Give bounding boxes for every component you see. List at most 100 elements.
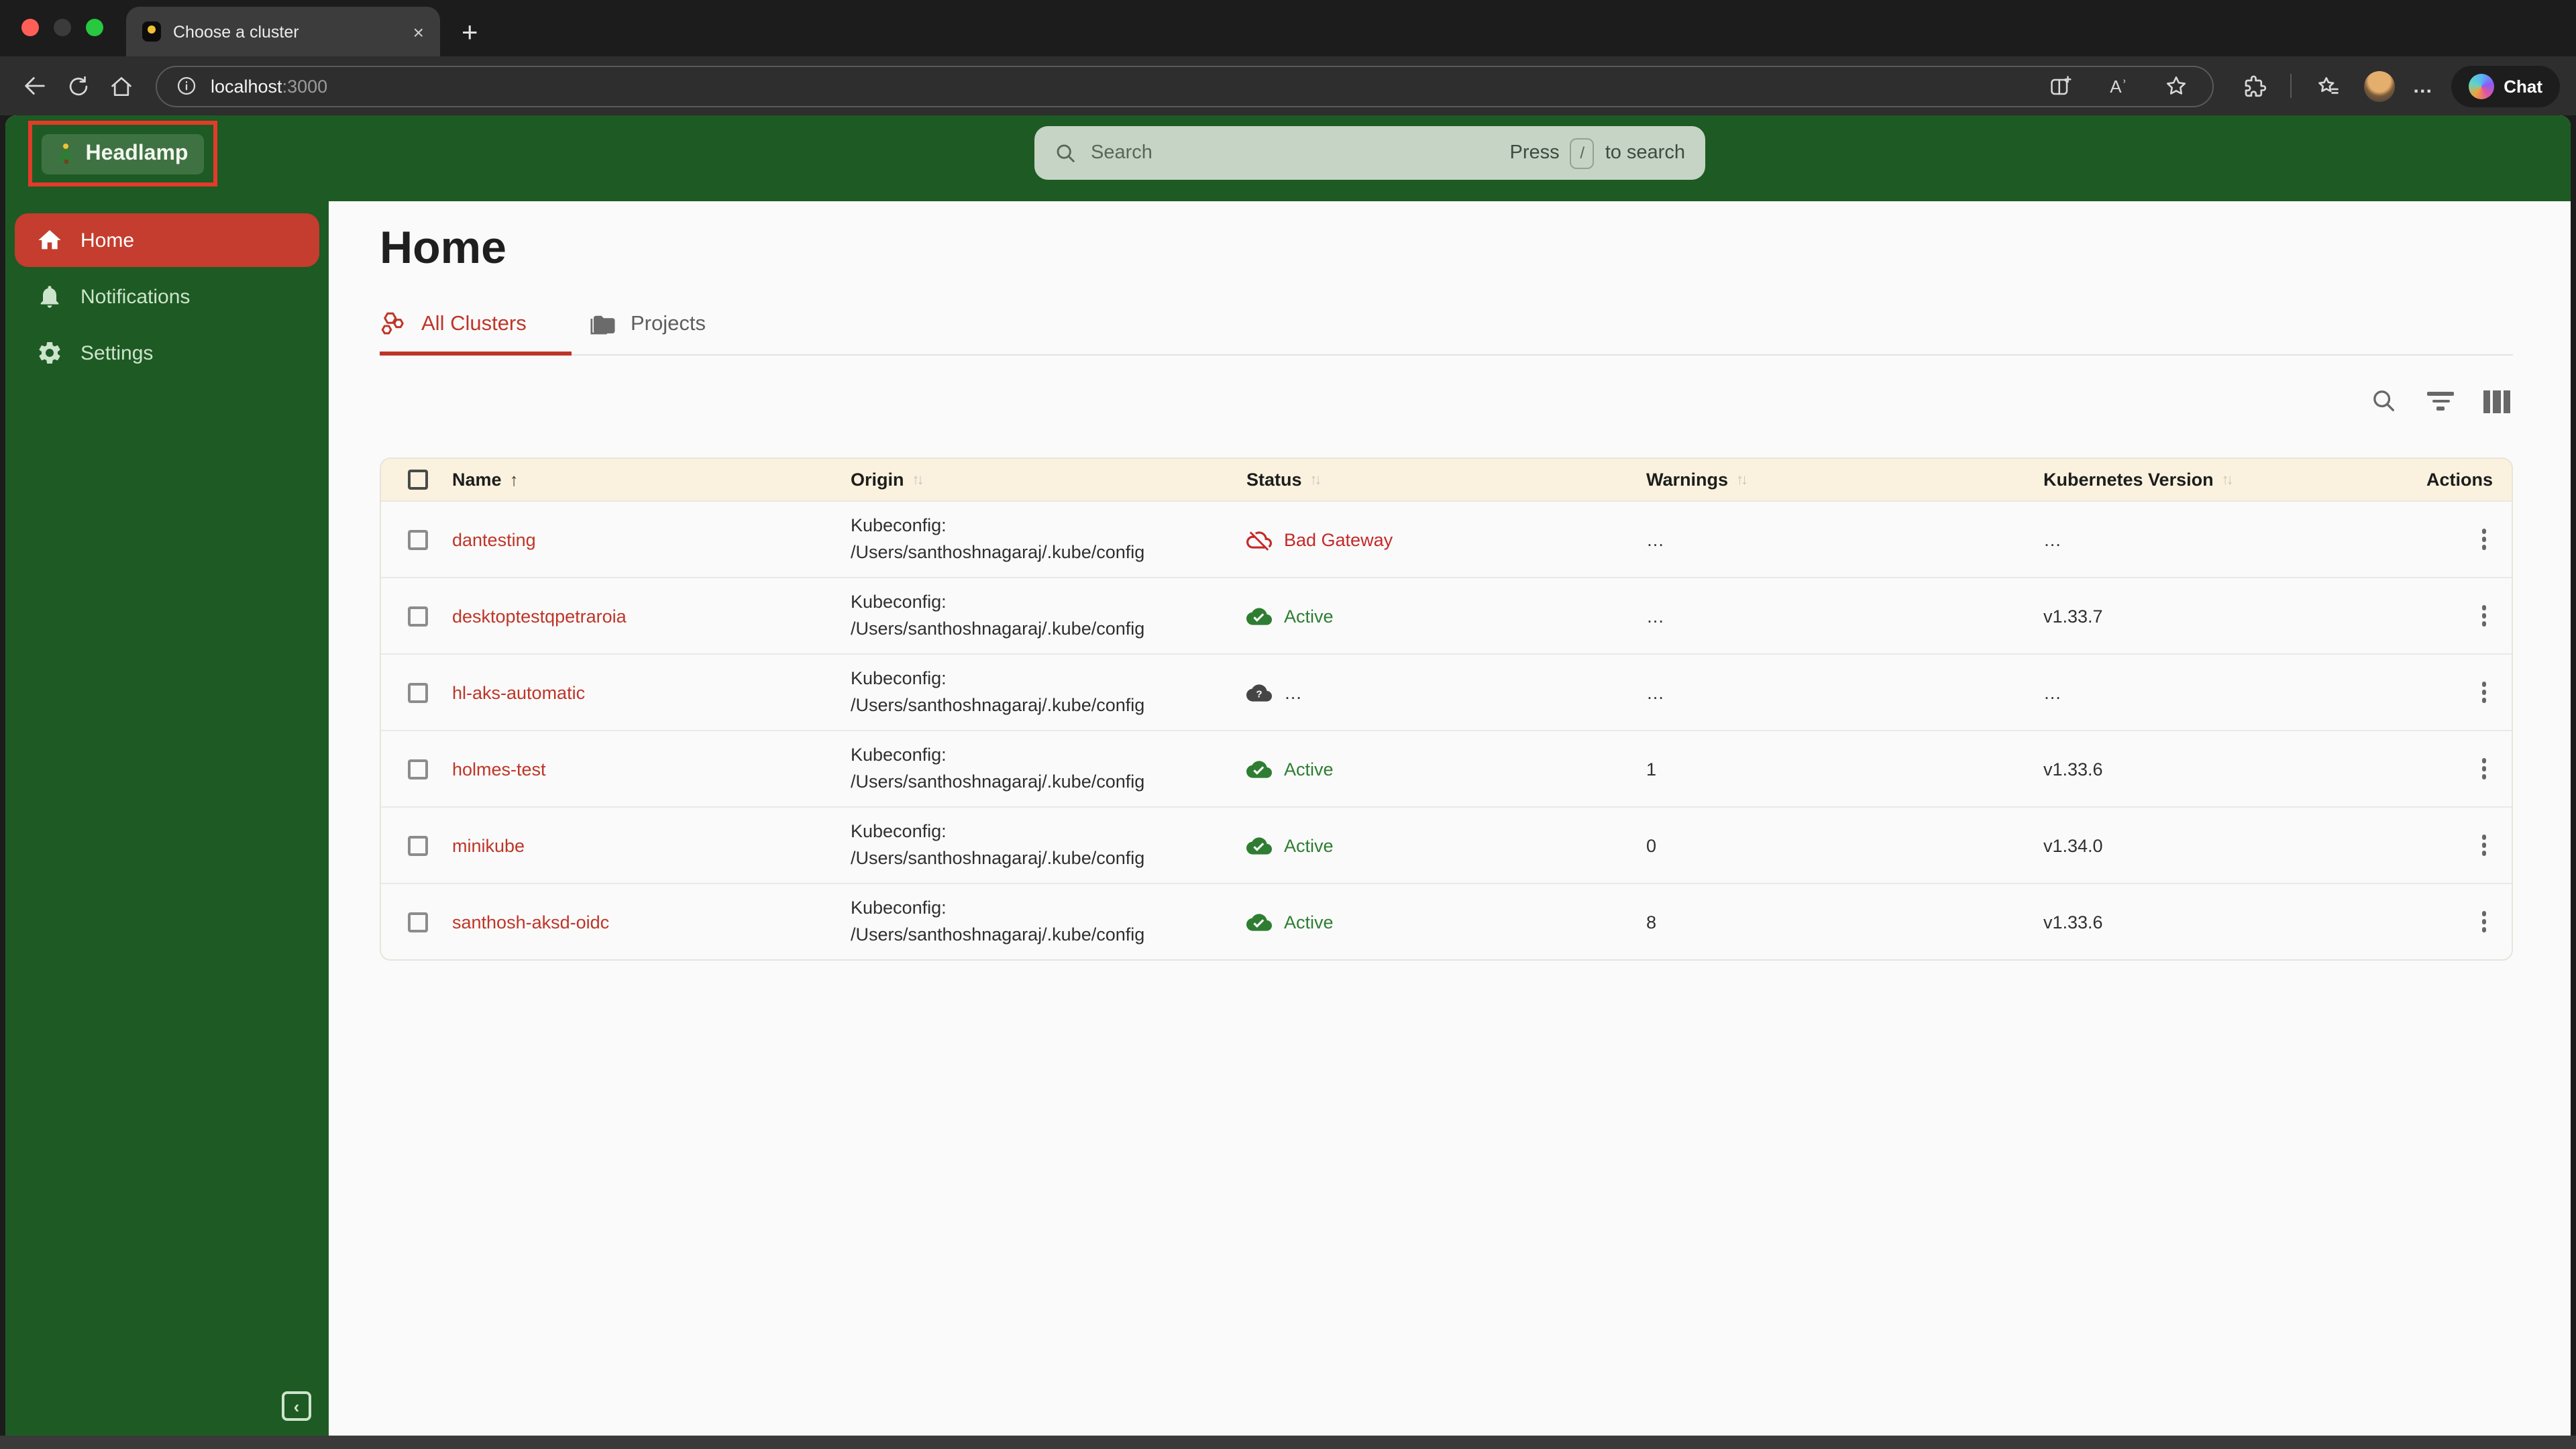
row-menu-icon[interactable] [2479,909,2489,935]
split-screen-icon[interactable] [2042,67,2080,105]
row-menu-icon[interactable] [2479,756,2489,782]
close-tab-icon[interactable]: × [413,22,424,41]
toolbar-divider [2290,74,2292,98]
sort-ascending-icon[interactable]: ↑ [510,470,519,490]
window-bottom-edge [0,1436,2576,1449]
extensions-icon[interactable] [2235,67,2273,105]
row-menu-icon[interactable] [2479,527,2489,553]
profile-avatar[interactable] [2364,70,2396,101]
row-menu-icon[interactable] [2479,680,2489,706]
tab-projects[interactable]: Projects [589,310,706,356]
actions-cell [2436,756,2512,782]
zoom-window-button[interactable] [86,19,103,36]
sidebar-item-settings[interactable]: Settings [15,326,319,380]
sidebar-item-label: Notifications [80,285,191,308]
table-row[interactable]: dantesting Kubeconfig: /Users/santhoshna… [381,500,2512,577]
copilot-icon [2469,73,2495,99]
cluster-name-link[interactable]: minikube [452,835,525,855]
select-cell [381,835,448,856]
home-browser-icon[interactable] [102,67,140,105]
table-row[interactable]: holmes-test Kubeconfig: /Users/santhoshn… [381,730,2512,806]
column-header-warnings[interactable]: Warnings ↑↓ [1642,470,2039,490]
headlamp-favicon-icon [142,21,161,42]
sort-icon[interactable]: ↑↓ [912,472,924,488]
origin-label: Kubeconfig: [851,820,947,841]
headlamp-page: Headlamp Search Press / to search Home N… [5,115,2571,1436]
column-header-name[interactable]: Name ↑ [448,470,847,490]
sort-icon[interactable]: ↑↓ [1310,472,1322,488]
cluster-name-link[interactable]: desktoptestqpetraroia [452,606,627,626]
hint-suffix: to search [1605,142,1685,164]
url-host: localhost [211,76,282,96]
table-row[interactable]: minikube Kubeconfig: /Users/santhoshnaga… [381,806,2512,883]
row-menu-icon[interactable] [2479,833,2489,859]
origin-path: /Users/santhoshnagaraj/.kube/config [851,695,1145,716]
copilot-chat-button[interactable]: Chat [2451,65,2560,107]
column-header-status[interactable]: Status ↑↓ [1242,470,1642,490]
global-search-input[interactable]: Search Press / to search [1034,126,1705,180]
site-info-icon[interactable] [174,74,199,98]
cluster-name-link[interactable]: santhosh-aksd-oidc [452,912,609,932]
logo-highlight-annotation: Headlamp [28,121,217,186]
sidebar-item-label: Home [80,229,135,252]
sort-icon[interactable]: ↑↓ [2222,472,2234,488]
collections-icon[interactable] [2309,67,2347,105]
browser-menu-icon[interactable]: … [2412,74,2434,97]
browser-tab[interactable]: Choose a cluster × [126,7,440,56]
column-settings-icon[interactable] [2481,385,2513,417]
headlamp-logo-button[interactable]: Headlamp [42,133,204,174]
column-label: Name [452,470,502,490]
tab-title: Choose a cluster [173,22,299,41]
filter-icon[interactable] [2424,385,2457,417]
close-window-button[interactable] [21,19,39,36]
favorite-star-icon[interactable] [2157,67,2195,105]
refresh-icon[interactable] [59,67,97,105]
column-header-actions: Actions [2426,470,2512,490]
actions-cell [2436,680,2512,706]
row-checkbox[interactable] [408,912,428,932]
minimize-window-button[interactable] [54,19,71,36]
status-cell: Active [1242,756,1642,782]
new-tab-button[interactable]: + [462,19,478,47]
tab-all-clusters[interactable]: All Clusters [380,310,572,356]
row-checkbox[interactable] [408,606,428,627]
collapse-sidebar-button[interactable]: ‹ [282,1391,311,1421]
row-checkbox[interactable] [408,529,428,550]
origin-label: Kubeconfig: [851,897,947,918]
actions-cell [2436,833,2512,859]
table-header-row: Name ↑ Origin ↑↓ Status ↑↓ Warnings ↑↓ K… [381,459,2512,501]
row-checkbox[interactable] [408,682,428,703]
view-tabs: All Clusters Projects [380,310,2513,356]
cluster-name-link[interactable]: dantesting [452,529,536,549]
sort-icon[interactable]: ↑↓ [1736,472,1748,488]
select-all-checkbox[interactable] [408,470,428,490]
table-search-icon[interactable] [2368,385,2400,417]
table-row[interactable]: desktoptestqpetraroia Kubeconfig: /Users… [381,577,2512,653]
select-cell [381,606,448,627]
row-checkbox[interactable] [408,759,428,780]
url-bar[interactable]: localhost:3000 Aʾ [156,65,2214,107]
back-icon[interactable] [16,67,54,105]
clusters-hexagons-icon [381,312,404,335]
status-text: Bad Gateway [1284,529,1393,550]
row-checkbox[interactable] [408,835,428,856]
tab-label: Projects [631,312,706,335]
read-aloud-icon[interactable]: Aʾ [2100,67,2137,105]
select-cell [381,759,448,780]
column-header-origin[interactable]: Origin ↑↓ [847,470,1242,490]
table-row[interactable]: hl-aks-automatic Kubeconfig: /Users/sant… [381,653,2512,730]
url-port: :3000 [282,76,328,96]
sidebar-item-home[interactable]: Home [15,213,319,267]
sidebar-item-notifications[interactable]: Notifications [15,270,319,323]
christmas-tree-icon [57,144,75,164]
cluster-name-link[interactable]: holmes-test [452,759,546,779]
actions-cell [2436,909,2512,935]
origin-cell: Kubeconfig: /Users/santhoshnagaraj/.kube… [847,513,1242,567]
warnings-cell: 1 [1646,759,1657,780]
row-menu-icon[interactable] [2479,603,2489,629]
table-row[interactable]: santhosh-aksd-oidc Kubeconfig: /Users/sa… [381,883,2512,959]
column-header-version[interactable]: Kubernetes Version ↑↓ [2039,470,2436,490]
browser-toolbar-right: … Chat [2235,65,2560,107]
origin-cell: Kubeconfig: /Users/santhoshnagaraj/.kube… [847,589,1242,643]
cluster-name-link[interactable]: hl-aks-automatic [452,682,585,702]
